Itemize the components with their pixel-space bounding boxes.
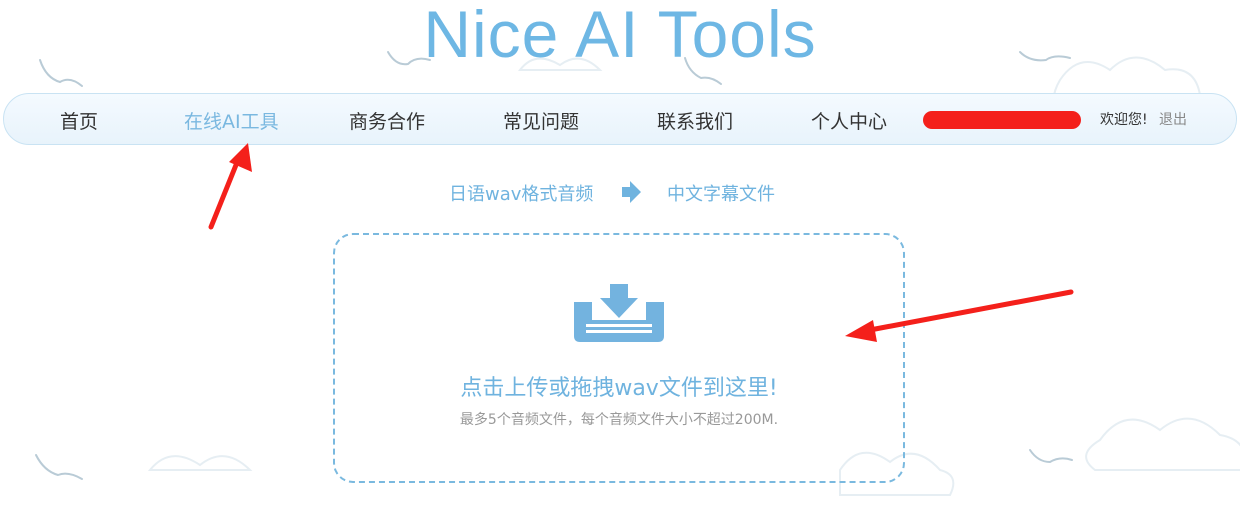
redacted-username <box>923 111 1081 129</box>
logout-link[interactable]: 退出 <box>1159 109 1187 129</box>
upload-limit-note: 最多5个音频文件，每个音频文件大小不超过200M. <box>459 412 779 428</box>
target-format-label: 中文字幕文件 <box>667 184 775 205</box>
nav-item-user-center[interactable]: 个人中心 <box>811 107 887 134</box>
upload-dropzone[interactable] <box>333 233 905 483</box>
nav-item-faq[interactable]: 常见问题 <box>503 107 579 134</box>
nav-item-contact[interactable]: 联系我们 <box>657 107 733 134</box>
nav-item-online-ai-tools[interactable]: 在线AI工具 <box>184 107 279 134</box>
nav-item-home[interactable]: 首页 <box>60 107 98 134</box>
seagull-icon <box>35 454 83 480</box>
nav-item-business[interactable]: 商务合作 <box>349 107 425 134</box>
red-arrow-annotation <box>208 143 252 230</box>
seagull-icon <box>1029 449 1073 464</box>
site-title: Nice AI Tools <box>423 0 817 71</box>
upload-icon <box>574 284 664 342</box>
arrow-right-icon <box>622 181 641 203</box>
upload-instruction: 点击上传或拖拽wav文件到这里! <box>460 376 778 401</box>
source-format-label: 日语wav格式音频 <box>449 184 594 205</box>
welcome-text: 欢迎您! <box>1100 112 1148 128</box>
